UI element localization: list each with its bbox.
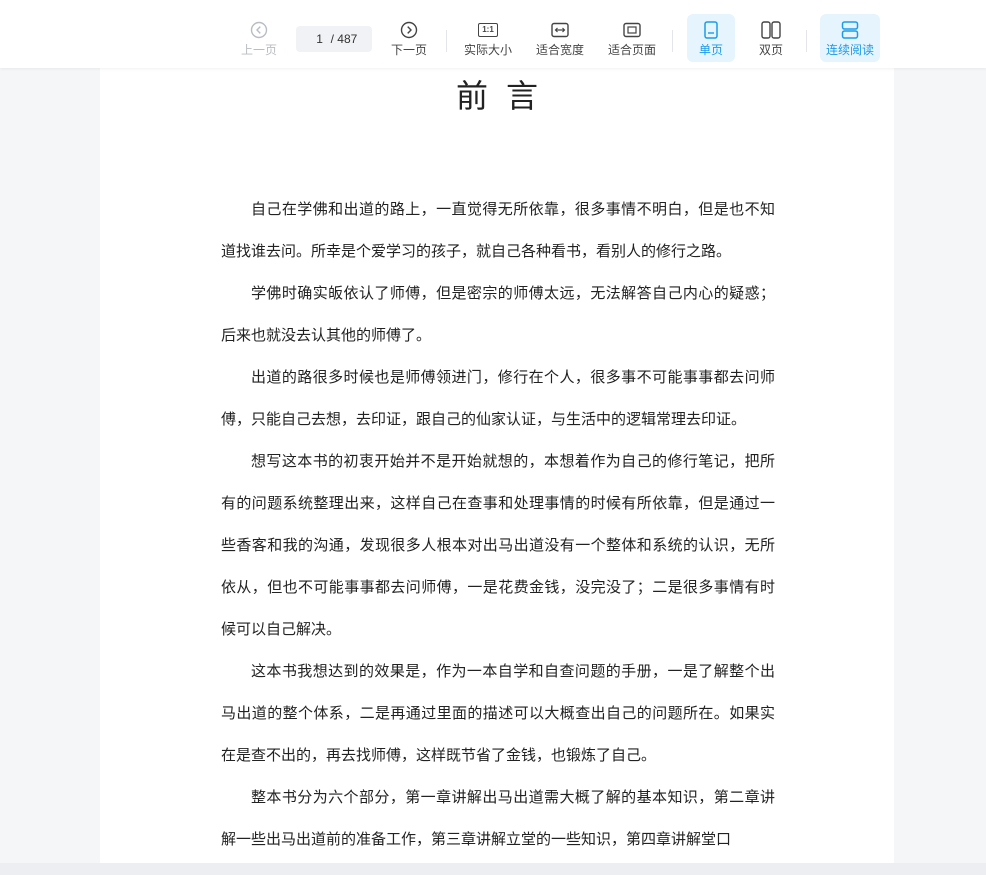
toolbar-divider (806, 30, 807, 52)
toolbar-divider (446, 30, 447, 52)
fit-page-icon (623, 20, 641, 40)
continuous-reading-button[interactable]: 连续阅读 (820, 14, 880, 62)
actual-size-button[interactable]: 1:1 实际大小 (460, 14, 516, 62)
actual-size-icon: 1:1 (478, 20, 498, 40)
paragraph: 想写这本书的初衷开始并不是开始就想的，本想着作为自己的修行笔记，把所有的问题系统… (221, 452, 775, 638)
paragraph: 学佛时确实皈依认了师傅，但是密宗的师傅太远，无法解答自己内心的疑惑；后来也就没去… (221, 284, 775, 344)
current-page-input[interactable] (310, 32, 329, 46)
next-page-button[interactable]: 下一页 (386, 14, 432, 62)
toolbar-divider (672, 30, 673, 52)
next-page-label: 下一页 (390, 43, 427, 57)
document-body: 自己在学佛和出道的路上，一直觉得无所依靠，很多事情不明白，但是也不知道找谁去问。… (221, 188, 775, 860)
fit-page-label: 适合页面 (607, 43, 656, 57)
actual-size-label: 实际大小 (463, 43, 512, 57)
continuous-reading-label: 连续阅读 (825, 43, 874, 57)
page-indicator: / 487 (296, 26, 372, 52)
fit-width-button[interactable]: 适合宽度 (532, 14, 588, 62)
reader-toolbar: 上一页 / 487 下一页 1:1 实际大小 适合宽度 适合页面 单页 (0, 0, 986, 68)
paragraph: 整本书分为六个部分，第一章讲解出马出道需大概了解的基本知识，第二章讲解一些出马出… (221, 788, 775, 848)
document-page: 前言 自己在学佛和出道的路上，一直觉得无所依靠，很多事情不明白，但是也不知道找谁… (100, 68, 894, 863)
double-page-button[interactable]: 双页 (748, 14, 794, 62)
chevron-left-circle-icon (250, 20, 268, 40)
double-page-icon (761, 20, 781, 40)
prev-page-button[interactable]: 上一页 (236, 14, 282, 62)
prev-page-label: 上一页 (240, 43, 277, 57)
single-page-icon (704, 20, 718, 40)
fit-width-icon (551, 20, 569, 40)
paragraph: 自己在学佛和出道的路上，一直觉得无所依靠，很多事情不明白，但是也不知道找谁去问。… (221, 200, 775, 260)
fit-page-button[interactable]: 适合页面 (604, 14, 660, 62)
page-title: 前言 (455, 77, 556, 115)
fit-width-label: 适合宽度 (535, 43, 584, 57)
single-page-button[interactable]: 单页 (687, 14, 735, 62)
continuous-scroll-icon (841, 20, 859, 40)
horizontal-scrollbar[interactable] (0, 863, 986, 875)
single-page-label: 单页 (698, 43, 723, 57)
paragraph: 这本书我想达到的效果是，作为一本自学和自查问题的手册，一是了解整个出马出道的整个… (221, 662, 775, 764)
chevron-right-circle-icon (400, 20, 418, 40)
paragraph: 出道的路很多时候也是师傅领进门，修行在个人，很多事不可能事事都去问师傅，只能自己… (221, 368, 775, 428)
double-page-label: 双页 (758, 43, 783, 57)
total-pages: / 487 (330, 32, 358, 46)
